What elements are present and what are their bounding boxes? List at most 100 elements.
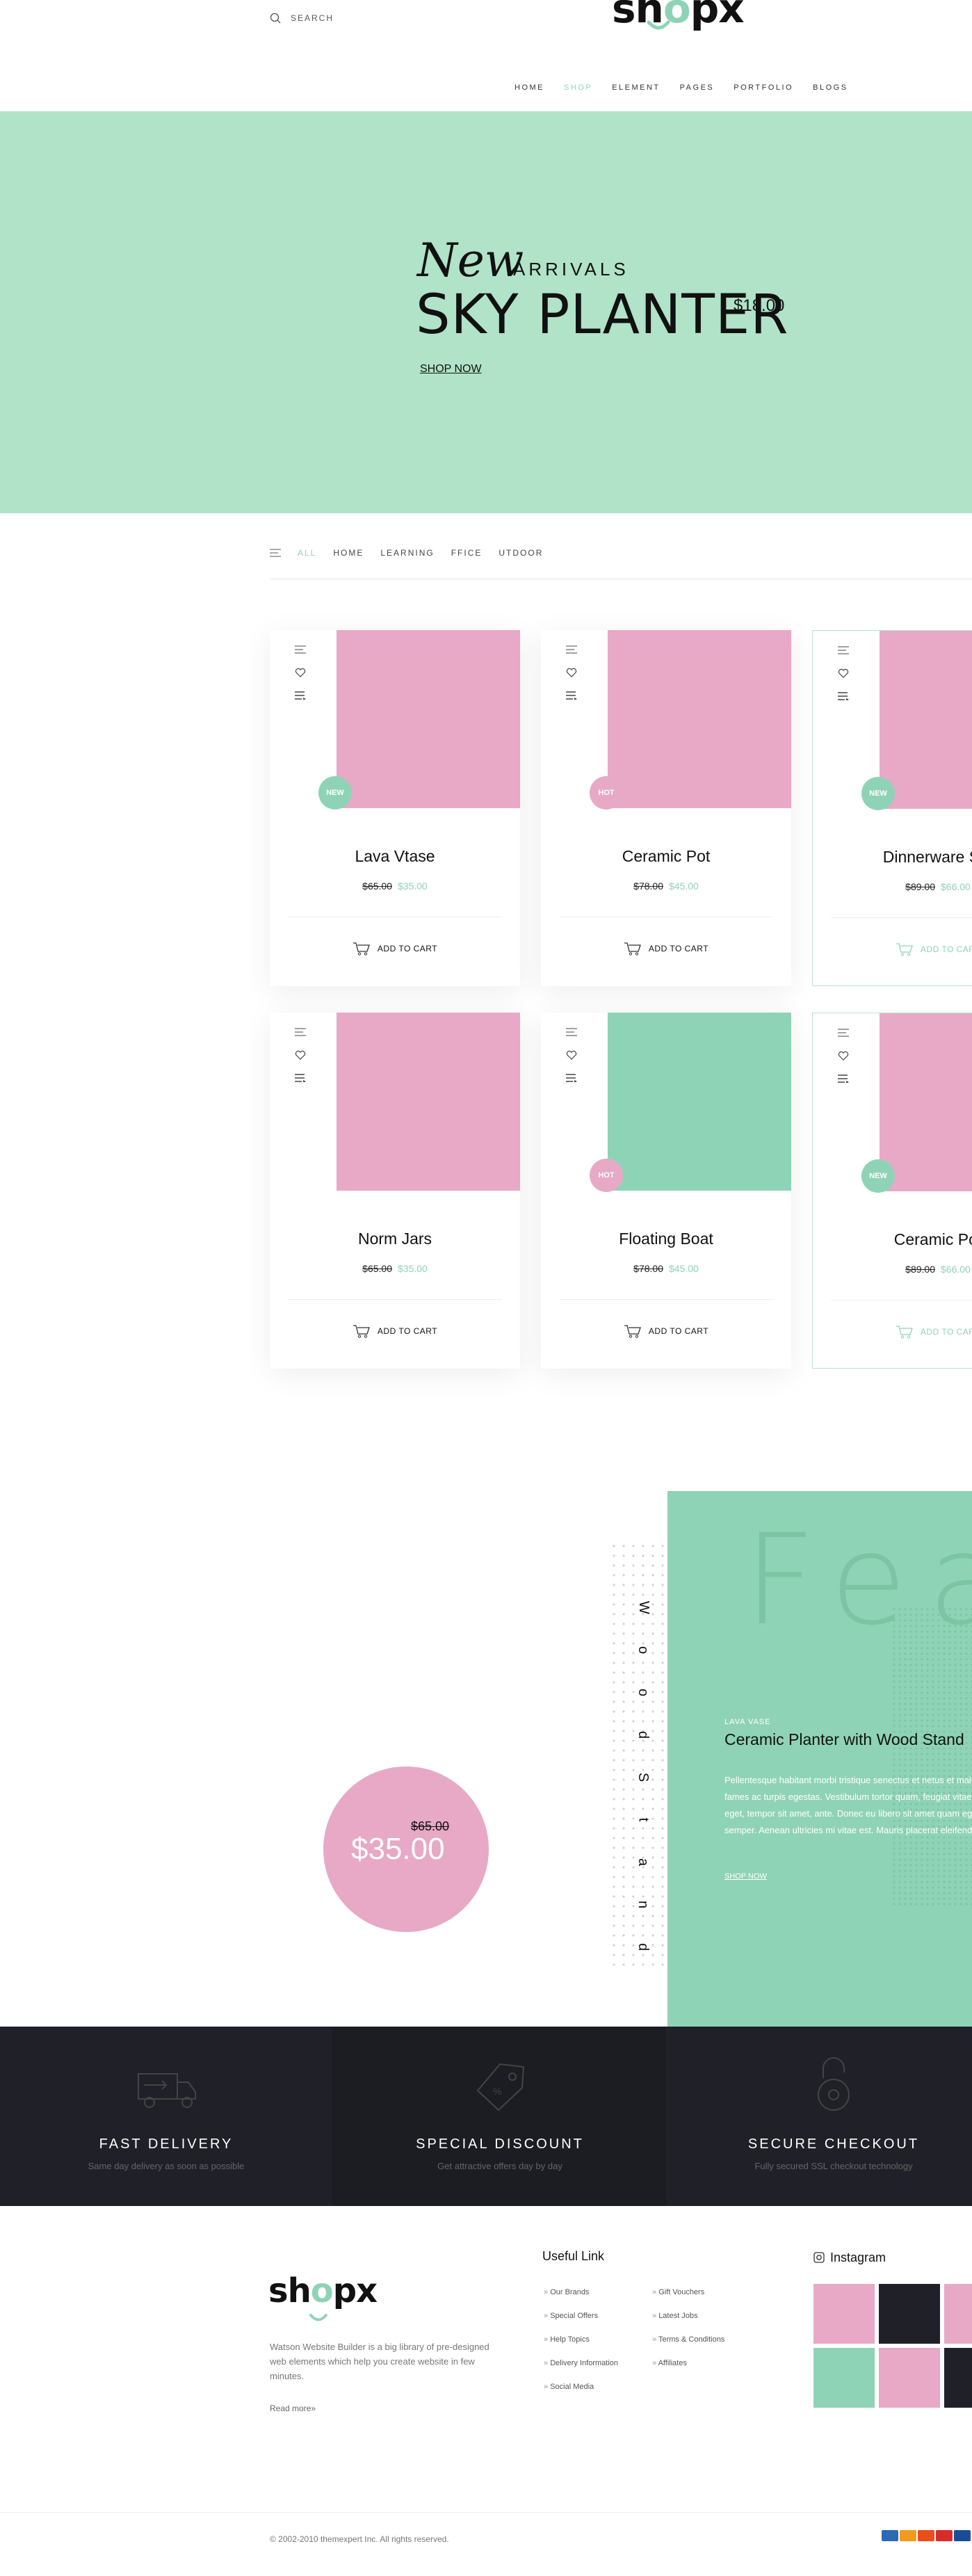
footer-link[interactable]: Gift Vouchers (652, 2288, 724, 2296)
product-badge: NEW (318, 776, 352, 810)
nav-element[interactable]: ELEMENT (612, 83, 660, 92)
add-to-cart-label: ADD TO CART (377, 944, 438, 953)
product-name[interactable]: Dinnerware Set (813, 848, 972, 867)
cart-icon (896, 943, 913, 956)
vertical-letter: d (635, 1942, 651, 1951)
instagram-photo[interactable] (879, 2284, 940, 2344)
footer-link[interactable]: Help Topics (544, 2335, 618, 2344)
service-subtitle: Fully secured SSL checkout technology (754, 2161, 913, 2171)
product-image[interactable] (880, 1013, 972, 1191)
nav-home[interactable]: HOME (515, 83, 544, 92)
search-icon (270, 13, 281, 24)
product-image[interactable] (608, 630, 791, 808)
product-card[interactable]: NEW Ceramic Pot $89.00 $66.00 ADD TO CART (812, 1013, 972, 1369)
heart-icon[interactable] (295, 1050, 306, 1060)
compare-icon[interactable] (566, 1074, 577, 1082)
quick-view-icon[interactable] (566, 645, 577, 654)
footer-description: Watson Website Builder is a big library … (270, 2342, 489, 2381)
heart-icon[interactable] (566, 1050, 577, 1060)
add-to-cart-label: ADD TO CART (377, 1326, 438, 1336)
product-name[interactable]: Ceramic Pot (541, 847, 791, 866)
footer-link[interactable]: Latest Jobs (652, 2312, 724, 2320)
footer-link[interactable]: Special Offers (544, 2312, 618, 2320)
product-price: $45.00 (669, 1263, 699, 1274)
site-logo[interactable]: shopx (612, 0, 745, 32)
footer-divider (0, 2512, 972, 2513)
product-card[interactable]: Norm Jars $65.00 $35.00 ADD TO CART (270, 1013, 520, 1369)
nav-shop[interactable]: SHOP (564, 83, 592, 92)
heart-icon[interactable] (295, 668, 306, 677)
filter-office[interactable]: FFICE (451, 548, 483, 558)
product-image[interactable] (880, 631, 972, 809)
heart-icon[interactable] (838, 1051, 849, 1061)
footer-link[interactable]: Terms & Conditions (652, 2335, 724, 2344)
footer-link[interactable]: Affiliates (652, 2359, 724, 2367)
product-tools (566, 645, 577, 700)
product-card[interactable]: NEW Dinnerware Set $89.00 $66.00 ADD TO C… (812, 630, 972, 986)
logo-text-end: px (690, 0, 745, 32)
quick-view-icon[interactable] (295, 1028, 306, 1036)
service-title: FAST DELIVERY (99, 2136, 234, 2152)
product-card[interactable]: HOT Ceramic Pot $78.00 $45.00 ADD TO CART (541, 630, 791, 986)
product-prices: $78.00 $45.00 (541, 1263, 791, 1274)
compare-icon[interactable] (838, 692, 849, 700)
compare-icon[interactable] (295, 1074, 306, 1082)
compare-icon[interactable] (295, 691, 306, 700)
product-name[interactable]: Ceramic Pot (813, 1230, 972, 1249)
product-old-price: $78.00 (633, 880, 663, 892)
filter-learning[interactable]: LEARNING (380, 548, 434, 558)
quick-view-icon[interactable] (838, 1029, 849, 1037)
heart-icon[interactable] (566, 668, 577, 677)
tag-icon: % (476, 2063, 525, 2111)
filter-all[interactable]: ALL (298, 548, 316, 558)
add-to-cart-button[interactable]: ADD TO CART (813, 942, 972, 956)
hero-shop-now-link[interactable]: SHOP NOW (420, 363, 482, 376)
filter-outdoor[interactable]: UTDOOR (499, 548, 543, 558)
filter-home[interactable]: HOME (333, 548, 364, 558)
featured-shop-now-link[interactable]: SHOP NOW (724, 1872, 767, 1881)
instagram-photo[interactable] (944, 2284, 972, 2344)
instagram-photo[interactable] (813, 2348, 875, 2408)
instagram-photo[interactable] (944, 2348, 972, 2408)
vertical-letter: o (635, 1688, 651, 1697)
footer-link[interactable]: Social Media (544, 2383, 618, 2391)
product-badge: NEW (861, 1159, 895, 1193)
product-card[interactable]: NEW Lava Vtase $65.00 $35.00 ADD TO CART (270, 630, 520, 986)
nav-pages[interactable]: PAGES (680, 83, 715, 92)
product-old-price: $78.00 (633, 1263, 663, 1274)
compare-icon[interactable] (838, 1074, 849, 1083)
instagram-photo[interactable] (813, 2284, 875, 2344)
add-to-cart-button[interactable]: ADD TO CART (270, 1324, 520, 1338)
add-to-cart-button[interactable]: ADD TO CART (541, 1324, 791, 1338)
card-divider (831, 917, 972, 918)
search-button[interactable]: SEARCH (270, 13, 334, 24)
product-name[interactable]: Lava Vtase (270, 847, 520, 866)
footer-logo[interactable]: shopx (268, 2271, 378, 2310)
product-name[interactable]: Norm Jars (270, 1230, 520, 1248)
add-to-cart-button[interactable]: ADD TO CART (813, 1325, 972, 1339)
heart-icon[interactable] (838, 668, 849, 678)
compare-icon[interactable] (566, 691, 577, 700)
product-image[interactable] (337, 630, 520, 808)
footer-read-more[interactable]: Read more» (270, 2404, 316, 2413)
instagram-photo[interactable] (879, 2348, 940, 2408)
footer-link[interactable]: Our Brands (544, 2288, 618, 2296)
product-name[interactable]: Floating Boat (541, 1230, 791, 1248)
product-image[interactable] (337, 1013, 520, 1191)
nav-blogs[interactable]: BLOGS (813, 83, 848, 92)
quick-view-icon[interactable] (295, 645, 306, 654)
quick-view-icon[interactable] (566, 1028, 577, 1036)
product-image[interactable] (608, 1013, 791, 1191)
instagram-title: Instagram (830, 2251, 886, 2264)
visa-icon (954, 2530, 971, 2541)
add-to-cart-button[interactable]: ADD TO CART (541, 942, 791, 956)
product-badge: HOT (590, 776, 623, 810)
footer-link[interactable]: Delivery Information (544, 2359, 618, 2367)
product-card[interactable]: HOT Floating Boat $78.00 $45.00 ADD TO CA… (541, 1013, 791, 1369)
add-to-cart-button[interactable]: ADD TO CART (270, 942, 520, 956)
nav-portfolio[interactable]: PORTFOLIO (734, 83, 793, 92)
product-filter: ALL HOME LEARNING FFICE UTDOOR (270, 548, 543, 558)
featured-bg-word: Featured (744, 1508, 972, 1653)
quick-view-icon[interactable] (838, 646, 849, 654)
filter-menu-icon[interactable] (270, 549, 281, 557)
